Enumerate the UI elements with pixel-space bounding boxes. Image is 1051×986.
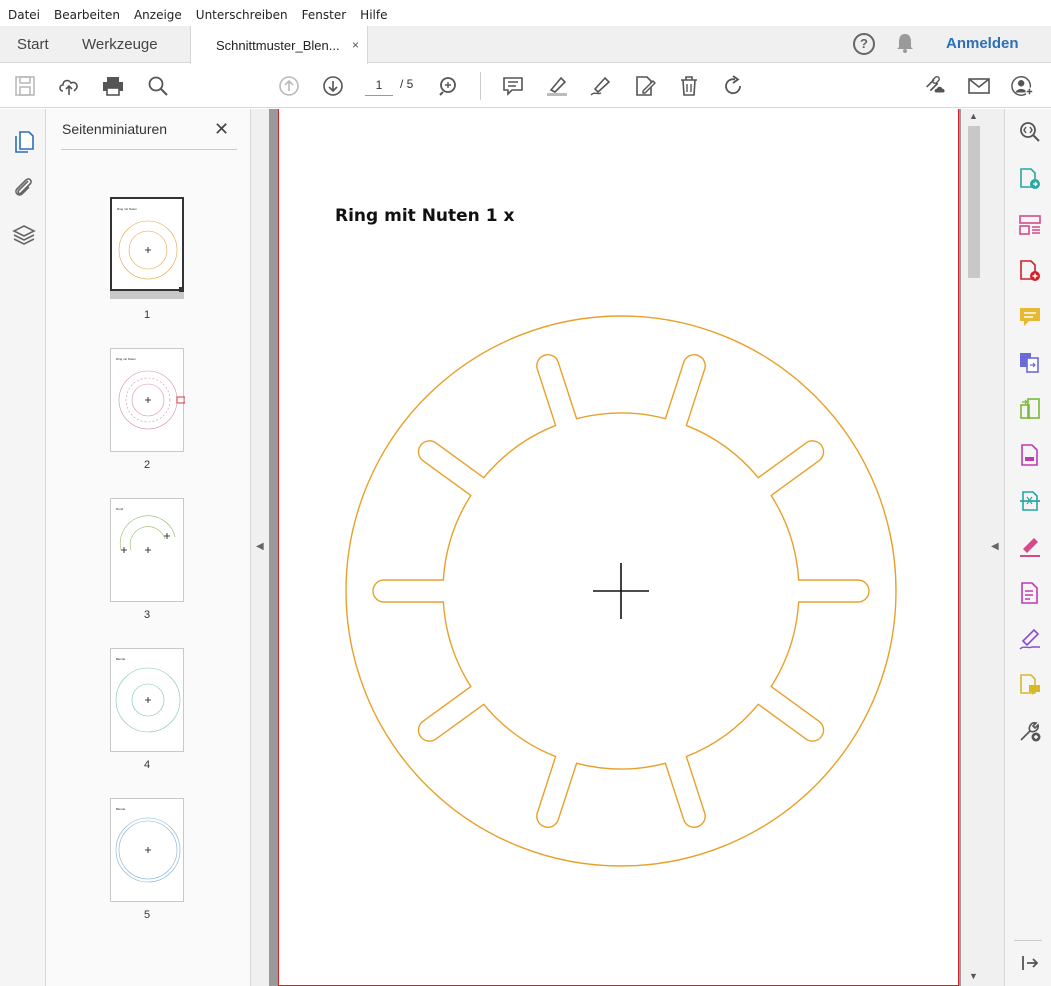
attachment-icon[interactable] xyxy=(12,175,36,199)
menu-hilfe[interactable]: Hilfe xyxy=(360,8,387,22)
delete-icon[interactable] xyxy=(677,74,701,98)
tab-bar: Start Werkzeuge Schnittmuster_Blen... × … xyxy=(0,26,1051,64)
scrollbar-thumb[interactable] xyxy=(968,126,980,278)
edit-pdf-icon[interactable] xyxy=(1018,581,1042,605)
zoom-icon[interactable] xyxy=(436,74,460,98)
create-pdf-icon[interactable] xyxy=(1018,259,1042,283)
thumbnail-number: 3 xyxy=(143,609,151,621)
add-user-icon[interactable] xyxy=(1011,74,1035,98)
page-thumbnail-2[interactable]: Ring mit Nuten xyxy=(110,348,185,452)
search-icon[interactable] xyxy=(146,74,170,98)
export-pdf-icon[interactable] xyxy=(1018,167,1042,191)
menu-datei[interactable]: Datei xyxy=(8,8,40,22)
zoom-tool-icon[interactable] xyxy=(1018,120,1042,144)
layers-icon[interactable] xyxy=(12,223,36,247)
compare-files-icon[interactable] xyxy=(1018,397,1042,421)
center-crosshair xyxy=(593,563,649,619)
page-down-icon[interactable] xyxy=(321,74,345,98)
bell-icon[interactable] xyxy=(895,32,915,57)
scroll-down-icon[interactable]: ▼ xyxy=(969,971,978,981)
page-thumbnail-1[interactable]: Ring mit Nuten xyxy=(110,197,184,291)
thumbnail-resize-handle[interactable] xyxy=(179,287,184,292)
tab-document-title: Schnittmuster_Blen... xyxy=(216,37,340,53)
panel-divider xyxy=(61,149,237,150)
fill-sign-icon[interactable] xyxy=(1018,535,1042,559)
thumbnail-number: 5 xyxy=(143,909,151,921)
panel-close-icon[interactable]: ✕ xyxy=(214,119,229,140)
thumbnail-number: 1 xyxy=(143,309,151,321)
left-panel-toggle[interactable]: ◀ xyxy=(251,109,269,986)
document-view[interactable]: Ring mit Nuten 1 x xyxy=(269,109,961,986)
page-thumbnail-3[interactable]: Rund xyxy=(110,498,184,602)
menu-bearbeiten[interactable]: Bearbeiten xyxy=(54,8,120,22)
highlight-icon[interactable] xyxy=(545,74,569,98)
page-heading: Ring mit Nuten 1 x xyxy=(335,206,515,226)
page-up-icon[interactable] xyxy=(277,74,301,98)
collapse-right-icon[interactable]: ◀ xyxy=(991,541,999,552)
page-thumbnails-icon[interactable] xyxy=(12,130,36,154)
thumbnail-viewport-indicator[interactable] xyxy=(110,291,184,299)
menu-unterschreiben[interactable]: Unterschreiben xyxy=(196,8,288,22)
request-signature-icon[interactable] xyxy=(1018,627,1042,651)
right-tools-rail xyxy=(1004,109,1051,986)
right-panel-toggle[interactable]: ◀ xyxy=(986,109,1004,986)
save-icon[interactable] xyxy=(13,74,37,98)
page-number-input[interactable]: 1 xyxy=(365,74,393,96)
tab-werkzeuge[interactable]: Werkzeuge xyxy=(82,26,158,63)
help-icon[interactable]: ? xyxy=(853,33,875,55)
ring-pattern-drawing xyxy=(345,315,897,867)
menu-bar: Datei Bearbeiten Anzeige Unterschreiben … xyxy=(0,4,1051,26)
link-cloud-icon[interactable] xyxy=(923,74,947,98)
page-thumbnail-4[interactable]: Blende xyxy=(110,648,184,752)
collapse-left-icon[interactable]: ◀ xyxy=(256,541,264,552)
rail-divider xyxy=(1014,940,1042,941)
pdf-page[interactable]: Ring mit Nuten 1 x xyxy=(278,109,959,986)
menu-anzeige[interactable]: Anzeige xyxy=(134,8,182,22)
page-thumbnails-panel: Seitenminiaturen ✕ Ring mit Nuten 1 Ring… xyxy=(46,109,251,986)
rotate-icon[interactable] xyxy=(721,74,745,98)
thumbnail-number: 2 xyxy=(143,459,151,471)
panel-title: Seitenminiaturen xyxy=(62,121,168,137)
edit-document-icon[interactable] xyxy=(633,74,657,98)
toolbar-divider xyxy=(480,72,481,100)
collapse-panel-icon[interactable] xyxy=(1018,951,1042,975)
more-tools-icon[interactable] xyxy=(1018,719,1042,743)
mail-icon[interactable] xyxy=(967,74,991,98)
scroll-up-icon[interactable]: ▲ xyxy=(969,111,978,121)
send-for-comments-icon[interactable] xyxy=(1018,673,1042,697)
tab-close-icon[interactable]: × xyxy=(352,38,359,52)
sign-pen-icon[interactable] xyxy=(589,74,613,98)
left-navigation-rail xyxy=(0,109,46,986)
print-icon[interactable] xyxy=(101,74,125,98)
scan-ocr-icon[interactable] xyxy=(1018,489,1042,513)
login-button[interactable]: Anmelden xyxy=(946,35,1019,52)
organize-pages-icon[interactable] xyxy=(1018,213,1042,237)
tab-document[interactable]: Schnittmuster_Blen... × xyxy=(190,26,368,64)
page-total: / 5 xyxy=(400,77,414,91)
page-thumbnail-5[interactable]: Blende xyxy=(110,798,184,902)
vertical-scrollbar[interactable]: ▲ ▼ xyxy=(961,109,986,986)
thumbnail-number: 4 xyxy=(143,759,151,771)
cloud-upload-icon[interactable] xyxy=(57,74,81,98)
combine-files-icon[interactable] xyxy=(1018,351,1042,375)
menu-fenster[interactable]: Fenster xyxy=(302,8,347,22)
comment-icon[interactable] xyxy=(501,74,525,98)
comment-tool-icon[interactable] xyxy=(1018,305,1042,329)
fill-form-icon[interactable] xyxy=(1018,443,1042,467)
tab-start[interactable]: Start xyxy=(17,26,49,63)
main-toolbar: 1 / 5 xyxy=(0,64,1051,108)
